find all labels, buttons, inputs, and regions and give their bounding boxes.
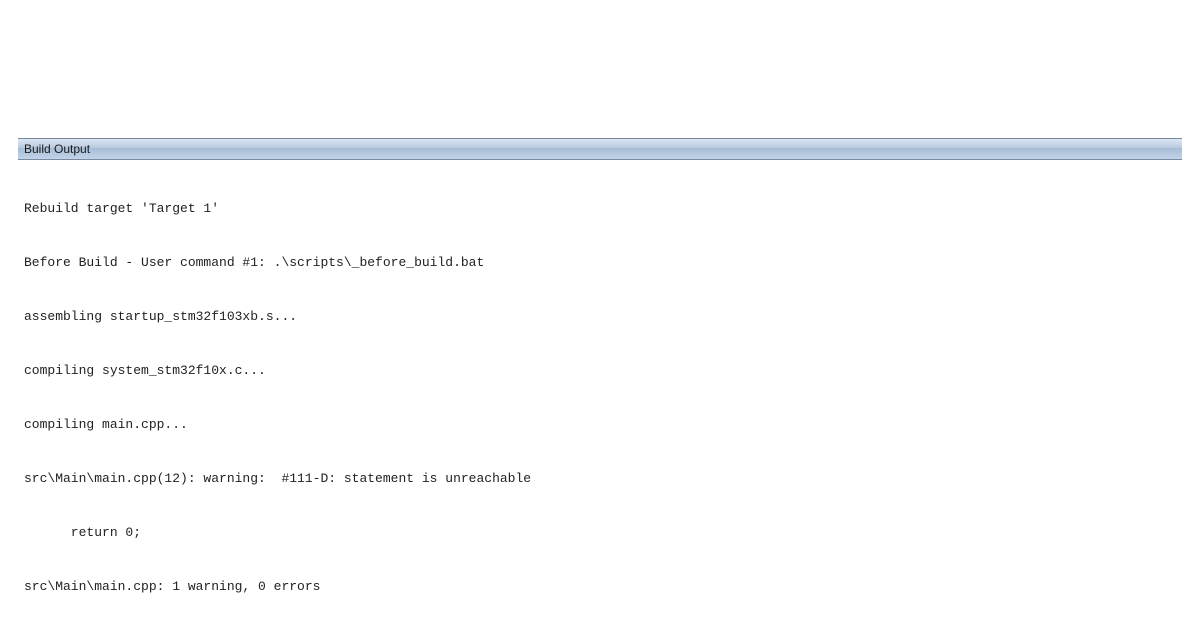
- output-line: src\Main\main.cpp: 1 warning, 0 errors: [24, 578, 1176, 596]
- output-line: src\Main\main.cpp(12): warning: #111-D: …: [24, 470, 1176, 488]
- build-output-panel: Build Output Rebuild target 'Target 1' B…: [18, 138, 1182, 630]
- output-line: compiling main.cpp...: [24, 416, 1176, 434]
- output-line: assembling startup_stm32f103xb.s...: [24, 308, 1176, 326]
- screenshot-canvas: Build Output Rebuild target 'Target 1' B…: [0, 0, 1200, 630]
- build-output-body[interactable]: Rebuild target 'Target 1' Before Build -…: [18, 160, 1182, 630]
- build-output-title: Build Output: [18, 139, 1182, 160]
- output-line: Rebuild target 'Target 1': [24, 200, 1176, 218]
- output-line: return 0;: [24, 524, 1176, 542]
- output-line: compiling system_stm32f10x.c...: [24, 362, 1176, 380]
- output-line: Before Build - User command #1: .\script…: [24, 254, 1176, 272]
